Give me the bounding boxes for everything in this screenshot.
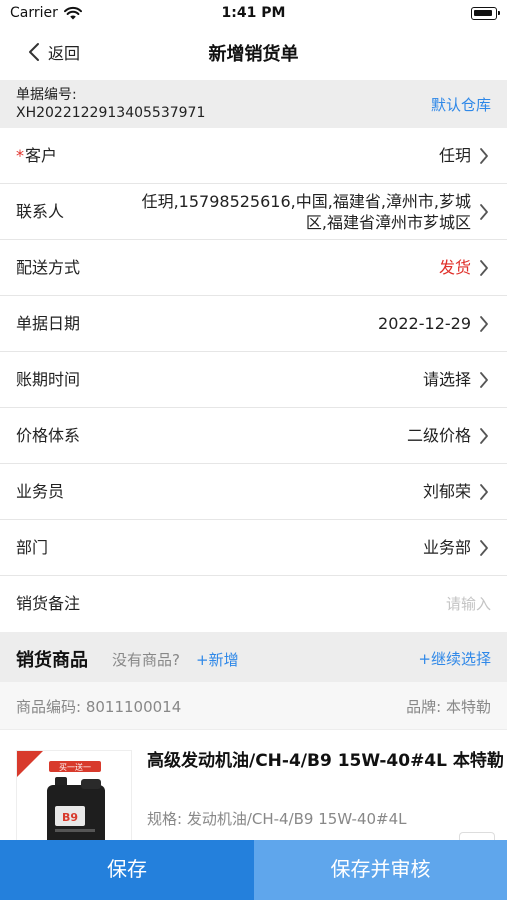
page-title: 新增销货单 — [208, 44, 299, 65]
delivery-method-row[interactable]: 配送方式 发货 — [0, 240, 507, 296]
product-spec: 规格: 发动机油/CH-4/B9 15W-40#4L — [147, 810, 407, 828]
product-name: 高级发动机油/CH-4/B9 15W-40#4L 本特勒 — [147, 751, 504, 771]
product-brand: 品牌: 本特勒 — [406, 698, 491, 716]
warehouse-link[interactable]: 默认仓库 — [431, 94, 491, 115]
document-date-value: 2022-12-29 — [378, 314, 471, 333]
department-row[interactable]: 部门 业务部 — [0, 520, 507, 576]
goods-code-row: 商品编码: 8011100014 品牌: 本特勒 — [0, 682, 507, 730]
document-date-label: 单据日期 — [16, 314, 81, 333]
contact-row[interactable]: 联系人 任玥,15798525616,中国,福建省,漳州市,芗城 区,福建省漳州… — [0, 184, 507, 240]
navigation-bar: 返回 新增销货单 — [0, 28, 507, 78]
department-value: 业务部 — [422, 538, 471, 557]
thumbnail-badge: 买一送一 — [59, 762, 91, 772]
sales-remark-label: 销货备注 — [16, 594, 81, 613]
oil-can-image: 买一送一 B9 — [17, 751, 131, 849]
continue-select-link[interactable]: +继续选择 — [418, 648, 491, 669]
customer-value: 任玥 — [438, 146, 471, 165]
product-item[interactable]: 买一送一 B9 高级发动机油/CH-4/B9 15W-40#4L 本特勒 规格:… — [0, 730, 507, 850]
footer-actions: 保存 保存并审核 — [0, 840, 507, 900]
thumbnail-tag: B9 — [62, 811, 78, 824]
status-bar: Carrier 1:41 PM — [0, 0, 507, 28]
payment-term-label: 账期时间 — [16, 370, 81, 389]
contact-value: 任玥,15798525616,中国,福建省,漳州市,芗城 区,福建省漳州市芗城区 — [142, 191, 471, 233]
sales-goods-title: 销货商品 — [16, 650, 88, 671]
item-handle[interactable] — [459, 832, 495, 840]
document-date-row[interactable]: 单据日期 2022-12-29 — [0, 296, 507, 352]
customer-label: *客户 — [16, 146, 58, 165]
salesperson-row[interactable]: 业务员 刘郁荣 — [0, 464, 507, 520]
department-label: 部门 — [16, 538, 49, 557]
sales-remark-input[interactable]: 请输入 — [446, 576, 491, 632]
contact-label: 联系人 — [16, 202, 65, 221]
chevron-right-icon — [480, 484, 488, 500]
document-number-value: XH2022122913405537971 — [16, 105, 206, 121]
salesperson-label: 业务员 — [16, 482, 65, 501]
delivery-method-value: 发货 — [438, 258, 471, 277]
price-system-label: 价格体系 — [16, 426, 81, 445]
product-code: 商品编码: 8011100014 — [16, 698, 182, 716]
contact-value-line1: 任玥,15798525616,中国,福建省,漳州市,芗城 — [141, 192, 471, 211]
clock: 1:41 PM — [221, 5, 286, 21]
payment-term-row[interactable]: 账期时间 请选择 — [0, 352, 507, 408]
chevron-right-icon — [480, 540, 488, 556]
product-thumbnail: 买一送一 B9 — [16, 750, 132, 850]
document-number-bar: 单据编号: XH2022122913405537971 默认仓库 — [0, 80, 507, 128]
contact-value-line2: 区,福建省漳州市芗城区 — [305, 213, 471, 232]
add-goods-link[interactable]: +新增 — [196, 649, 239, 670]
payment-term-value: 请选择 — [422, 370, 471, 389]
chevron-right-icon — [480, 316, 488, 332]
price-system-value: 二级价格 — [406, 426, 471, 445]
customer-row[interactable]: *客户 任玥 — [0, 128, 507, 184]
save-and-audit-button[interactable]: 保存并审核 — [254, 840, 507, 900]
sales-goods-header: 销货商品 没有商品? +新增 +继续选择 — [0, 632, 507, 682]
chevron-right-icon — [480, 204, 488, 220]
price-system-row[interactable]: 价格体系 二级价格 — [0, 408, 507, 464]
sales-remark-row: 销货备注 请输入 — [0, 576, 507, 632]
chevron-right-icon — [480, 148, 488, 164]
chevron-right-icon — [480, 260, 488, 276]
no-goods-text: 没有商品? — [112, 651, 180, 669]
salesperson-value: 刘郁荣 — [422, 482, 471, 501]
chevron-right-icon — [480, 372, 488, 388]
required-marker: * — [16, 146, 24, 165]
battery-icon — [471, 7, 500, 20]
delivery-method-label: 配送方式 — [16, 258, 81, 277]
save-button[interactable]: 保存 — [0, 840, 254, 900]
chevron-right-icon — [480, 428, 488, 444]
document-number-label: 单据编号: — [16, 87, 77, 103]
